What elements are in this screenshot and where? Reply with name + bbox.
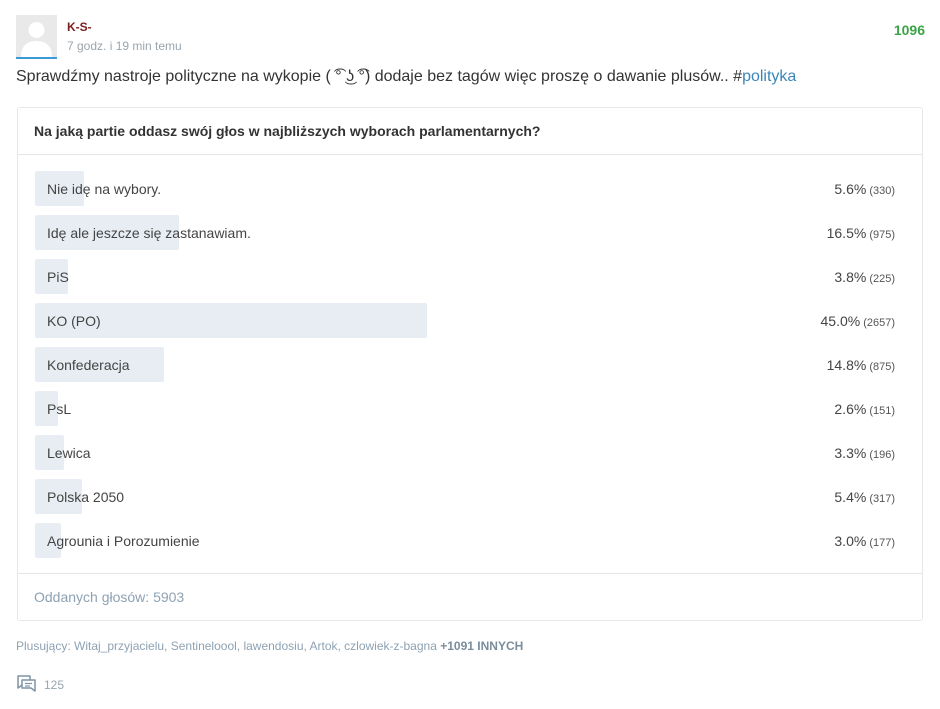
poll-option-label: KO (PO) <box>47 313 101 329</box>
poll-option-count: (875) <box>869 361 895 373</box>
poll-option-result: 14.8% (875) <box>827 357 895 373</box>
plusers-list: Plusujący: Witaj_przyjacielu, Sentineloo… <box>16 639 523 653</box>
comment-icon <box>17 675 36 692</box>
poll-question: Na jaką partie oddasz swój głos w najbli… <box>18 108 922 155</box>
poll-option[interactable]: Agrounia i Porozumienie 3.0% (177) <box>35 523 895 567</box>
poll-option-result: 3.0% (177) <box>834 533 895 549</box>
poll-option-percent: 3.3% <box>834 445 867 461</box>
poll-option-count: (177) <box>869 537 895 549</box>
poll-option-percent: 5.4% <box>834 489 867 505</box>
plusers-more-link[interactable]: +1091 INNYCH <box>440 639 523 653</box>
post-time: 7 godz. i 19 min temu <box>67 39 182 53</box>
poll-option-label: PiS <box>47 269 69 285</box>
poll: Na jaką partie oddasz swój głos w najbli… <box>17 107 923 621</box>
poll-options: Nie idę na wybory. 5.6% (330) Idę ale jeszc… <box>35 171 895 567</box>
poll-option-percent: 14.8% <box>826 357 867 373</box>
poll-option-label: PsL <box>47 401 72 417</box>
poll-option-result: 3.8% (225) <box>834 269 895 285</box>
poll-option[interactable]: Polska 2050 5.4% (317) <box>35 479 895 523</box>
comment-count: 125 <box>44 678 65 692</box>
poll-option-result: 5.6% (330) <box>834 181 895 197</box>
tag-link[interactable]: polityka <box>742 68 796 85</box>
poll-option[interactable]: KO (PO) 45.0% (2657) <box>35 303 895 347</box>
poll-option-count: (317) <box>869 493 895 505</box>
poll-option-result: 16.5% (975) <box>827 225 895 241</box>
user-silhouette-icon <box>16 15 57 57</box>
poll-option-count: (330) <box>869 185 895 197</box>
poll-option-label: Agrounia i Porozumienie <box>47 533 200 549</box>
poll-option-count: (225) <box>869 273 895 285</box>
avatar[interactable] <box>16 15 57 59</box>
poll-option[interactable]: Idę ale jeszcze się zastanawiam. 16.5% (97… <box>35 215 895 259</box>
post-text: Sprawdźmy nastroje polityczne na wykopie… <box>16 68 743 85</box>
poll-option[interactable]: Konfederacja 14.8% (875) <box>35 347 895 391</box>
poll-option-result: 2.6% (151) <box>834 401 895 417</box>
poll-option-count: (196) <box>869 449 895 461</box>
poll-option-percent: 16.5% <box>826 225 867 241</box>
plusers-names[interactable]: Witaj_przyjacielu, Sentineloool, lawendo… <box>74 639 437 653</box>
comments-button[interactable]: 125 <box>16 674 64 696</box>
poll-option-percent: 3.8% <box>834 269 867 285</box>
author-name[interactable]: K-S- <box>67 20 92 34</box>
poll-option-count: (151) <box>869 405 895 417</box>
poll-option-result: 3.3% (196) <box>834 445 895 461</box>
poll-option[interactable]: PiS 3.8% (225) <box>35 259 895 303</box>
poll-option-count: (975) <box>869 229 895 241</box>
poll-option-result: 45.0% (2657) <box>821 313 896 329</box>
poll-option-count: (2657) <box>863 317 895 329</box>
vote-count[interactable]: 1096 <box>894 22 925 38</box>
poll-option-result: 5.4% (317) <box>834 489 895 505</box>
poll-option-label: Konfederacja <box>47 357 130 373</box>
poll-option-percent: 3.0% <box>834 533 867 549</box>
plusers-prefix: Plusujący: <box>16 639 75 653</box>
poll-option-percent: 45.0% <box>820 313 861 329</box>
poll-option[interactable]: Lewica 3.3% (196) <box>35 435 895 479</box>
post-body: Sprawdźmy nastroje polityczne na wykopie… <box>16 68 796 86</box>
poll-option[interactable]: PsL 2.6% (151) <box>35 391 895 435</box>
poll-total: Oddanych głosów: 5903 <box>18 573 922 620</box>
poll-option-percent: 2.6% <box>834 401 867 417</box>
poll-option[interactable]: Nie idę na wybory. 5.6% (330) <box>35 171 895 215</box>
poll-option-percent: 5.6% <box>834 181 867 197</box>
poll-option-label: Lewica <box>47 445 91 461</box>
poll-option-label: Idę ale jeszcze się zastanawiam. <box>47 225 251 241</box>
poll-option-label: Polska 2050 <box>47 489 125 505</box>
poll-option-label: Nie idę na wybory. <box>47 181 162 197</box>
